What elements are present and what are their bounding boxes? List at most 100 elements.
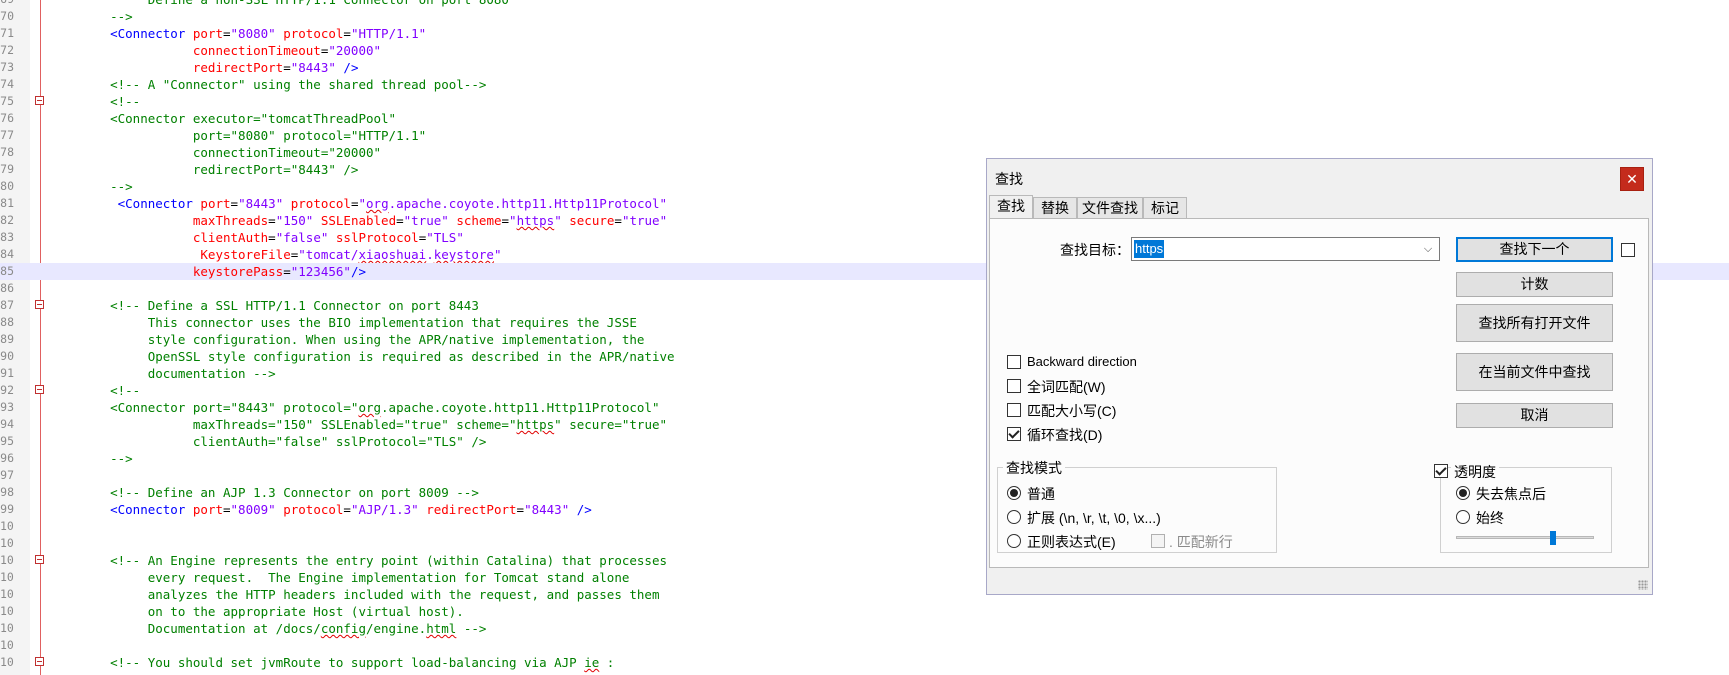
code-token: "8443": [290, 60, 336, 75]
code-token: analyzes the HTTP headers included with …: [80, 587, 660, 602]
transparency-slider-track[interactable]: [1456, 536, 1594, 539]
code-line[interactable]: 108 <!-- You should set jvmRoute to supp…: [0, 654, 1729, 671]
cancel-button[interactable]: 取消: [1456, 403, 1613, 428]
backward-direction-label[interactable]: Backward direction: [1027, 354, 1137, 369]
code-token: ": [509, 213, 517, 228]
count-button[interactable]: 计数: [1456, 272, 1613, 297]
code-token: "true": [621, 213, 668, 228]
code-token: <!-- Define a SSL HTTP/1.1 Connector on …: [80, 298, 479, 313]
find-next-button[interactable]: 查找下一个: [1456, 237, 1613, 262]
line-number: 91: [0, 366, 14, 380]
code-token: =: [223, 26, 231, 41]
transparency-checkbox[interactable]: [1434, 464, 1448, 478]
code-token: port: [192, 26, 223, 41]
transparency-on-lose-focus-label[interactable]: 失去焦点后: [1476, 484, 1546, 504]
code-token: =: [396, 213, 404, 228]
code-token: clientAuth="false" sslProtocol="TLS" />: [80, 434, 487, 449]
code-text: maxThreads="150" SSLEnabled="true" schem…: [80, 212, 667, 229]
backward-direction-checkbox[interactable]: [1007, 355, 1021, 369]
fold-toggle-icon[interactable]: [35, 300, 44, 309]
code-line[interactable]: 73 redirectPort="8443" />: [0, 59, 1729, 76]
mode-regex-label[interactable]: 正则表达式(E): [1027, 532, 1116, 552]
code-line[interactable]: 107: [0, 637, 1729, 654]
code-token: <Connector: [80, 26, 193, 41]
whole-word-label[interactable]: 全词匹配(W): [1027, 377, 1106, 397]
fold-toggle-icon[interactable]: [35, 555, 44, 564]
code-line[interactable]: 71 <Connector port="8080" protocol="HTTP…: [0, 25, 1729, 42]
code-line[interactable]: 75 <!--: [0, 93, 1729, 110]
code-line[interactable]: 69 Define a non-SSL HTTP/1.1 Connector o…: [0, 0, 1729, 8]
mode-normal-label[interactable]: 普通: [1027, 484, 1055, 504]
match-case-checkbox[interactable]: [1007, 403, 1021, 417]
code-token: SSLEnabled: [313, 213, 397, 228]
line-number: 99: [0, 502, 14, 516]
fold-toggle-icon[interactable]: [35, 385, 44, 394]
find-target-combobox[interactable]: https ⌵: [1131, 237, 1440, 261]
code-text: clientAuth="false" sslProtocol="TLS": [80, 229, 464, 246]
code-text: <!-- Define an AJP 1.3 Connector on port…: [80, 484, 479, 501]
find-all-open-files-button[interactable]: 查找所有打开文件: [1456, 304, 1613, 342]
code-token: keystorePass: [80, 264, 284, 279]
code-token: Define a non-SSL HTTP/1.1 Connector on p…: [80, 0, 509, 7]
code-text: -->: [80, 178, 133, 195]
match-case-label[interactable]: 匹配大小写(C): [1027, 401, 1116, 421]
transparency-always-label[interactable]: 始终: [1476, 508, 1504, 528]
mode-normal-radio[interactable]: [1007, 486, 1021, 500]
code-line[interactable]: 105 on to the appropriate Host (virtual …: [0, 603, 1729, 620]
code-token: "false": [275, 230, 329, 245]
code-token: "123456": [290, 264, 351, 279]
code-token: secure: [561, 213, 615, 228]
line-number: 75: [0, 94, 14, 108]
code-line[interactable]: 74 <!-- A "Connector" using the shared t…: [0, 76, 1729, 93]
wrap-around-checkbox[interactable]: [1007, 427, 1021, 441]
code-token: protocol: [283, 196, 351, 211]
code-line[interactable]: 72 connectionTimeout="20000": [0, 42, 1729, 59]
mode-extended-label[interactable]: 扩展 (\n, \r, \t, \0, \x...): [1027, 508, 1161, 528]
code-line[interactable]: 76 <Connector executor="tomcatThreadPool…: [0, 110, 1729, 127]
fold-toggle-icon[interactable]: [35, 96, 44, 105]
find-next-extra-checkbox[interactable]: [1621, 243, 1635, 257]
code-text: every request. The Engine implementation…: [80, 569, 630, 586]
tab-find[interactable]: 查找: [989, 195, 1033, 220]
line-number: 105: [0, 604, 14, 618]
transparency-slider-thumb[interactable]: [1549, 531, 1556, 545]
close-icon[interactable]: ✕: [1620, 167, 1644, 191]
wrap-around-label[interactable]: 循环查找(D): [1027, 425, 1102, 445]
spellcheck-word: ie: [584, 655, 600, 670]
transparency-always-radio[interactable]: [1456, 510, 1470, 524]
code-line[interactable]: 77 port="8080" protocol="HTTP/1.1": [0, 127, 1729, 144]
code-token: />: [350, 264, 367, 279]
code-line[interactable]: 106 Documentation at /docs/config/engine…: [0, 620, 1729, 637]
code-token: =: [283, 264, 291, 279]
mode-extended-radio[interactable]: [1007, 510, 1021, 524]
mode-regex-radio[interactable]: [1007, 534, 1021, 548]
transparency-on-lose-focus-radio[interactable]: [1456, 486, 1470, 500]
tab-replace[interactable]: 替换: [1033, 197, 1077, 219]
code-token: redirectPort="8443" />: [80, 162, 359, 177]
code-line[interactable]: 70 -->: [0, 8, 1729, 25]
search-mode-title: 查找模式: [1003, 458, 1065, 478]
line-number: 69: [0, 0, 14, 8]
line-number: 93: [0, 400, 14, 414]
code-text: Define a non-SSL HTTP/1.1 Connector on p…: [80, 0, 509, 8]
code-token: <Connector: [80, 196, 201, 211]
code-token: ": [358, 196, 367, 211]
code-token: port: [192, 502, 223, 517]
code-text: maxThreads="150" SSLEnabled="true" schem…: [80, 416, 667, 433]
transparency-label[interactable]: 透明度: [1451, 462, 1499, 482]
code-text: redirectPort="8443" />: [80, 161, 359, 178]
dot-matches-newline-checkbox[interactable]: [1151, 534, 1165, 548]
resize-grip-icon[interactable]: [1638, 580, 1648, 590]
whole-word-checkbox[interactable]: [1007, 379, 1021, 393]
tab-mark[interactable]: 标记: [1143, 197, 1187, 219]
fold-toggle-icon[interactable]: [35, 657, 44, 666]
line-number: 72: [0, 43, 14, 57]
line-number: 101: [0, 536, 14, 550]
chevron-down-icon[interactable]: ⌵: [1419, 239, 1437, 259]
code-text: <Connector port="8080" protocol="HTTP/1.…: [80, 25, 426, 42]
find-in-current-file-button[interactable]: 在当前文件中查找: [1456, 353, 1613, 391]
find-target-value[interactable]: https: [1134, 240, 1165, 258]
code-token: <!-- You should set jvmRoute to support …: [80, 655, 585, 670]
tab-find-in-files[interactable]: 文件查找: [1077, 197, 1143, 219]
code-token: <!-- A "Connector" using the shared thre…: [80, 77, 487, 92]
